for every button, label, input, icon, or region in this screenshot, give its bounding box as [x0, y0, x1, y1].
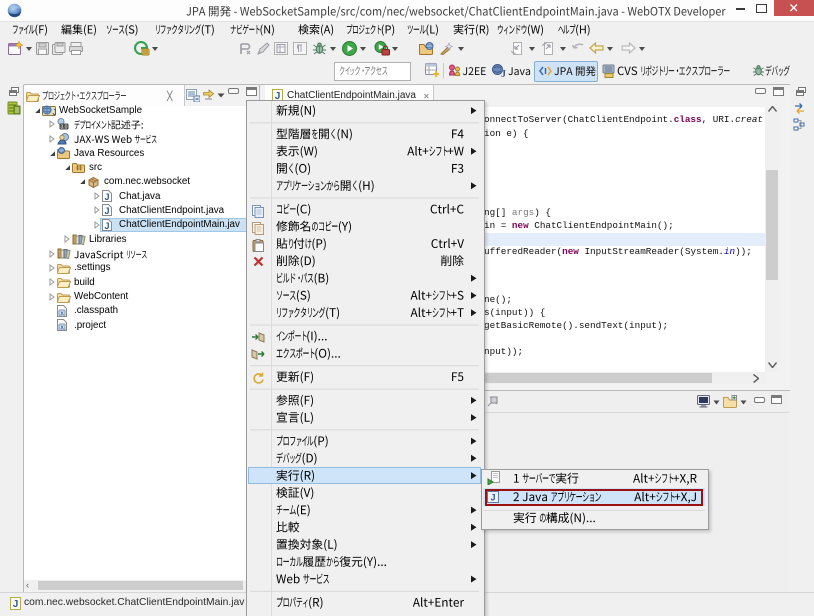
svg-text:x: x	[60, 324, 64, 331]
svg-text:J: J	[104, 192, 109, 202]
svg-text:J: J	[490, 493, 495, 503]
svg-text:J: J	[13, 599, 19, 610]
svg-text:x: x	[60, 310, 64, 317]
svg-text:3.0: 3.0	[61, 125, 68, 131]
svg-text:J: J	[104, 206, 109, 216]
svg-text:J: J	[104, 221, 109, 231]
svg-text:J: J	[53, 108, 57, 116]
svg-text:J: J	[501, 69, 506, 78]
